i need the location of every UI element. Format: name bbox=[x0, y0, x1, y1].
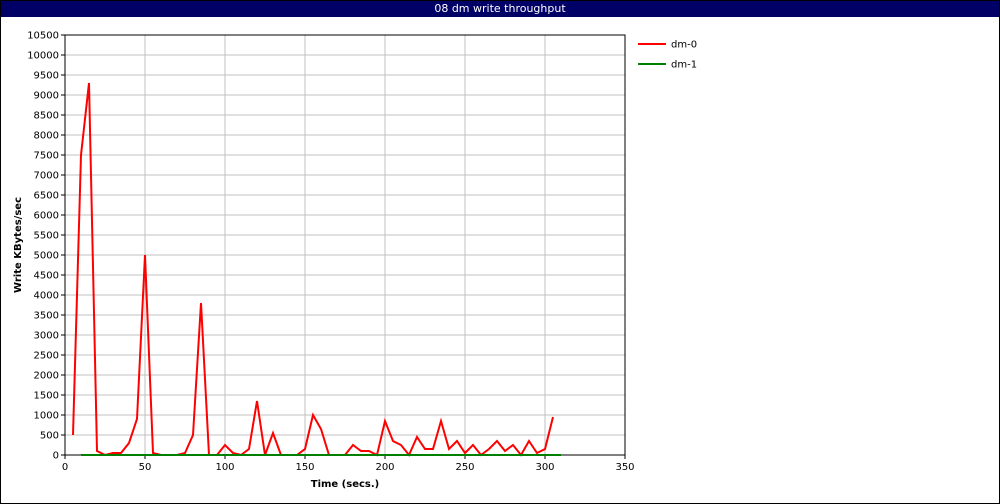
y-tick-label: 9500 bbox=[34, 71, 59, 82]
legend-entry: dm-1 bbox=[671, 60, 697, 71]
legend: dm-0 dm-1 bbox=[638, 40, 697, 71]
x-tick-label: 50 bbox=[139, 462, 152, 473]
x-tick-label: 250 bbox=[455, 462, 474, 473]
gridlines bbox=[64, 34, 626, 456]
x-tick-label: 100 bbox=[215, 462, 234, 473]
y-tick-label: 8000 bbox=[34, 131, 59, 142]
y-tick-label: 6500 bbox=[34, 191, 59, 202]
y-tick-label: 0 bbox=[53, 451, 59, 462]
y-tick-label: 3500 bbox=[34, 311, 59, 322]
y-tick-label: 9000 bbox=[34, 91, 59, 102]
y-tick-label: 1000 bbox=[34, 411, 59, 422]
y-tick-label: 7500 bbox=[34, 151, 59, 162]
x-tick-label: 300 bbox=[535, 462, 554, 473]
y-tick-label: 5000 bbox=[34, 251, 59, 262]
plot-area bbox=[64, 34, 626, 456]
y-tick-label: 3000 bbox=[34, 331, 59, 342]
y-tick-label: 10500 bbox=[27, 31, 59, 42]
y-tick-label: 8500 bbox=[34, 111, 59, 122]
legend-entry: dm-0 bbox=[671, 40, 697, 51]
x-tick-label: 200 bbox=[375, 462, 394, 473]
y-tick-label: 5500 bbox=[34, 231, 59, 242]
y-tick-label: 500 bbox=[40, 431, 59, 442]
y-tick-label: 6000 bbox=[34, 211, 59, 222]
y-tick-label: 1500 bbox=[34, 391, 59, 402]
x-tick-label: 150 bbox=[295, 462, 314, 473]
chart-canvas: 0500100015002000250030003500400045005000… bbox=[13, 31, 697, 491]
y-tick-label: 7000 bbox=[34, 171, 59, 182]
x-tick-label: 0 bbox=[62, 462, 68, 473]
y-tick-label: 10000 bbox=[27, 51, 59, 62]
y-axis-label: Write KBytes/sec bbox=[13, 197, 24, 293]
x-tick-label: 350 bbox=[615, 462, 634, 473]
y-tick-label: 4500 bbox=[34, 271, 59, 282]
y-tick-label: 4000 bbox=[34, 291, 59, 302]
y-axis-ticks: 0 500 1000 1500 2000 2500 3000 3500 4000 4500 5000… bbox=[27, 31, 65, 462]
y-tick-label: 2500 bbox=[34, 351, 59, 362]
x-axis-ticks: 0 50 100 150 200 250 300 350 bbox=[62, 455, 635, 473]
y-tick-label: 2000 bbox=[34, 371, 59, 382]
series-lines bbox=[72, 82, 561, 457]
x-axis-label: Time (secs.) bbox=[311, 479, 380, 490]
